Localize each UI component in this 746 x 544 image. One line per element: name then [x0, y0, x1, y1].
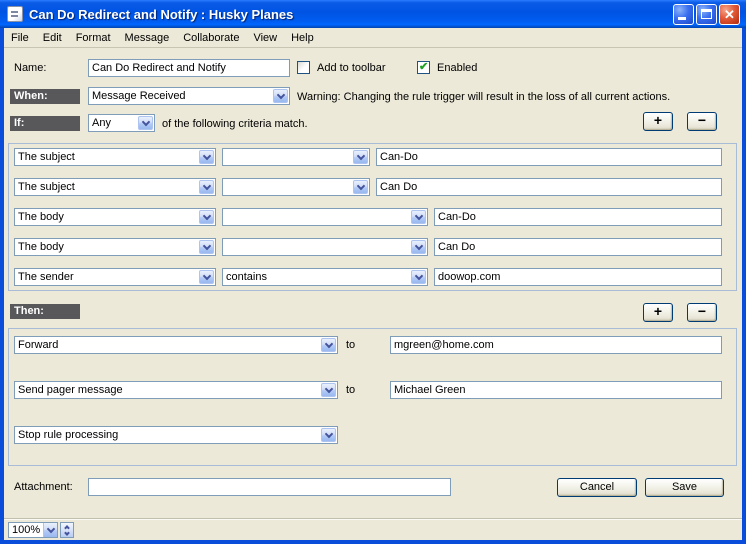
criteria-operator-select[interactable]	[222, 208, 428, 226]
chevron-down-icon[interactable]	[199, 270, 214, 284]
action-connector-label: to	[346, 339, 355, 351]
criteria-field-select[interactable]: The sender	[14, 268, 216, 286]
action-target-input[interactable]	[390, 336, 722, 354]
app-icon	[7, 6, 23, 22]
criteria-value-input[interactable]	[376, 178, 722, 196]
chevron-down-icon[interactable]	[411, 240, 426, 254]
criteria-field-select[interactable]: The subject	[14, 148, 216, 166]
window-controls: ✕	[673, 4, 740, 25]
zoom-level-value: 100%	[9, 524, 43, 536]
chevron-down-icon[interactable]	[353, 180, 368, 194]
chevron-down-icon[interactable]	[353, 150, 368, 164]
if-suffix-text: of the following criteria match.	[162, 118, 308, 130]
window-title: Can Do Redirect and Notify : Husky Plane…	[29, 7, 293, 22]
zoom-level-select[interactable]: 100%	[8, 522, 58, 538]
save-button[interactable]: Save	[645, 478, 724, 497]
chevron-down-icon[interactable]	[321, 383, 336, 397]
minimize-button[interactable]	[673, 4, 694, 25]
criteria-operator-select[interactable]	[222, 148, 370, 166]
zoom-control: 100%	[8, 522, 74, 538]
criteria-operator-select[interactable]: contains	[222, 268, 428, 286]
chevron-down-icon[interactable]	[199, 210, 214, 224]
action-type-select[interactable]: Forward	[14, 336, 338, 354]
menu-bar: File Edit Format Message Collaborate Vie…	[4, 28, 742, 48]
minimize-icon	[678, 17, 686, 20]
criteria-field-select[interactable]: The body	[14, 208, 216, 226]
chevron-down-icon	[64, 530, 70, 536]
criteria-operator-select[interactable]	[222, 178, 370, 196]
then-label: Then:	[10, 304, 80, 319]
menu-message[interactable]: Message	[118, 30, 177, 46]
criteria-value-input[interactable]	[434, 208, 722, 226]
menu-file[interactable]: File	[4, 30, 36, 46]
enabled-label: Enabled	[437, 62, 477, 74]
remove-criteria-button[interactable]: −	[687, 112, 717, 131]
status-bar: 100%	[4, 518, 742, 540]
attachment-input[interactable]	[88, 478, 451, 496]
criteria-field-select[interactable]: The subject	[14, 178, 216, 196]
chevron-down-icon[interactable]	[273, 89, 288, 103]
chevron-down-icon[interactable]	[321, 338, 336, 352]
add-action-button[interactable]: +	[643, 303, 673, 322]
menu-collaborate[interactable]: Collaborate	[176, 30, 246, 46]
menu-view[interactable]: View	[246, 30, 284, 46]
when-label: When:	[10, 89, 80, 104]
chevron-down-icon[interactable]	[138, 116, 153, 130]
action-connector-label: to	[346, 384, 355, 396]
enabled-checkbox[interactable]	[417, 61, 430, 74]
menu-edit[interactable]: Edit	[36, 30, 69, 46]
menu-help[interactable]: Help	[284, 30, 321, 46]
zoom-stepper[interactable]	[60, 522, 74, 538]
if-label: If:	[10, 116, 80, 131]
action-type-select[interactable]: Stop rule processing	[14, 426, 338, 444]
chevron-down-icon[interactable]	[411, 210, 426, 224]
cancel-button[interactable]: Cancel	[557, 478, 637, 497]
rule-name-input[interactable]	[88, 59, 290, 77]
criteria-operator-select[interactable]	[222, 238, 428, 256]
chevron-down-icon[interactable]	[199, 150, 214, 164]
close-button[interactable]: ✕	[719, 4, 740, 25]
chevron-down-icon[interactable]	[321, 428, 336, 442]
menu-format[interactable]: Format	[69, 30, 118, 46]
chevron-down-icon[interactable]	[43, 523, 57, 537]
chevron-down-icon[interactable]	[411, 270, 426, 284]
if-match-mode-select[interactable]: Any	[88, 114, 155, 132]
chevron-down-icon[interactable]	[199, 180, 214, 194]
when-warning-text: Warning: Changing the rule trigger will …	[297, 91, 670, 103]
when-trigger-select[interactable]: Message Received	[88, 87, 290, 105]
action-target-input[interactable]	[390, 381, 722, 399]
criteria-value-input[interactable]	[434, 268, 722, 286]
remove-action-button[interactable]: −	[687, 303, 717, 322]
add-criteria-button[interactable]: +	[643, 112, 673, 131]
add-to-toolbar-label: Add to toolbar	[317, 62, 386, 74]
maximize-button[interactable]	[696, 4, 717, 25]
action-type-select[interactable]: Send pager message	[14, 381, 338, 399]
add-to-toolbar-checkbox[interactable]	[297, 61, 310, 74]
title-bar: Can Do Redirect and Notify : Husky Plane…	[0, 0, 746, 28]
rule-editor-window: Can Do Redirect and Notify : Husky Plane…	[0, 0, 746, 544]
chevron-down-icon[interactable]	[199, 240, 214, 254]
maximize-icon	[701, 9, 712, 19]
name-label: Name:	[14, 62, 46, 74]
dialog-body: Name: Add to toolbar Enabled When: Messa…	[4, 48, 742, 518]
criteria-value-input[interactable]	[376, 148, 722, 166]
attachment-label: Attachment:	[14, 481, 73, 493]
close-icon: ✕	[720, 6, 739, 23]
criteria-value-input[interactable]	[434, 238, 722, 256]
criteria-field-select[interactable]: The body	[14, 238, 216, 256]
